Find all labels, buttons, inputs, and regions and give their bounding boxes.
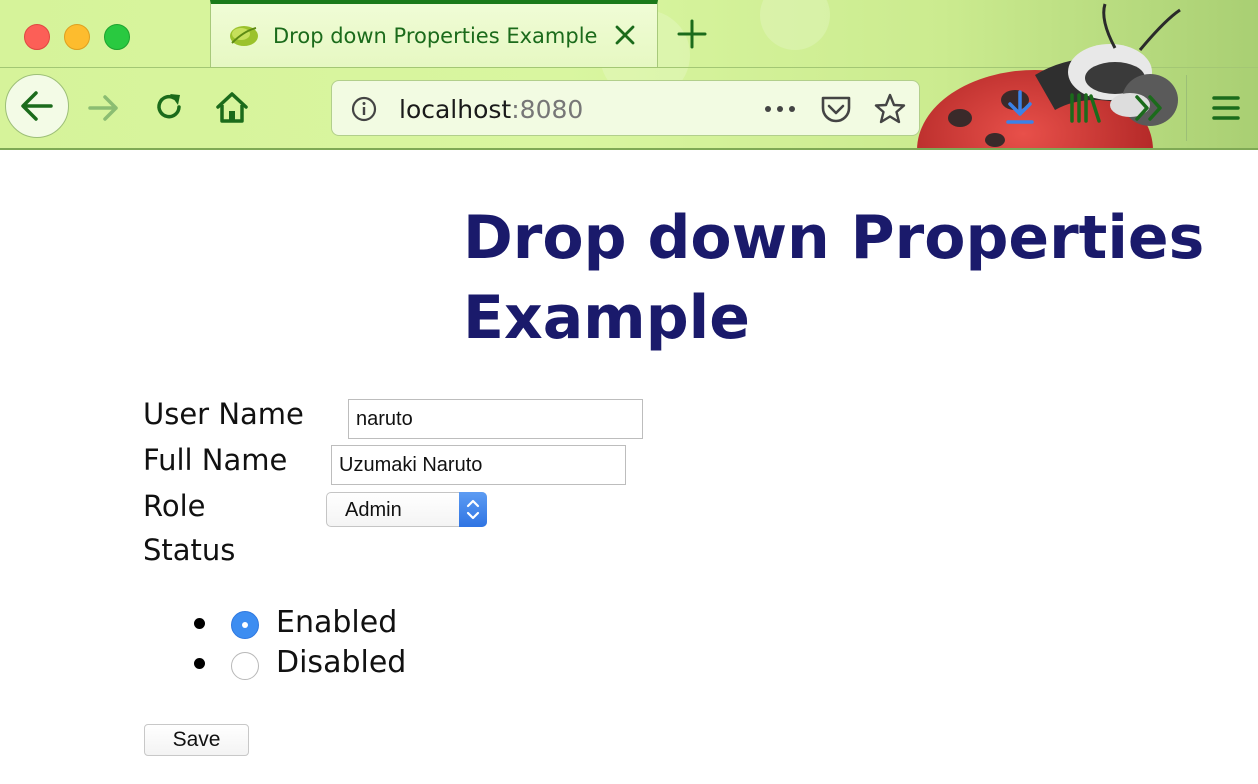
select-arrows: [459, 492, 487, 527]
status-disabled-label: Disabled: [276, 645, 407, 680]
save-button[interactable]: Save: [144, 724, 249, 756]
close-window-button[interactable]: [24, 24, 50, 50]
close-icon[interactable]: [611, 21, 639, 49]
back-button[interactable]: [5, 74, 69, 138]
role-select[interactable]: Admin: [326, 492, 487, 527]
status-enabled-label: Enabled: [276, 605, 398, 640]
list-bullet: [194, 618, 205, 629]
info-icon[interactable]: [350, 95, 378, 123]
plus-icon[interactable]: [676, 18, 708, 50]
role-label: Role: [143, 489, 206, 523]
status-label: Status: [143, 533, 236, 567]
status-enabled-radio[interactable]: [231, 611, 259, 639]
fullname-label: Full Name: [143, 443, 288, 477]
ladybug-theme-image: [917, 3, 1181, 150]
more-icon[interactable]: [762, 99, 798, 119]
status-disabled-radio[interactable]: [231, 652, 259, 680]
url-text: localhost:8080: [399, 95, 583, 124]
menu-icon[interactable]: [1211, 93, 1241, 123]
back-arrow-icon: [21, 91, 53, 121]
minimize-window-button[interactable]: [64, 24, 90, 50]
list-bullet: [194, 658, 205, 669]
toolbar-separator: [1186, 75, 1187, 141]
role-selected-value: Admin: [345, 499, 402, 521]
download-icon[interactable]: [1003, 88, 1037, 128]
username-label: User Name: [143, 397, 304, 431]
tab-title: Drop down Properties Example: [273, 24, 598, 48]
forward-arrow-icon[interactable]: [85, 90, 121, 126]
library-icon[interactable]: [1067, 92, 1103, 124]
home-icon[interactable]: [213, 88, 251, 126]
browser-chrome: Drop down Properties Example localhost:8…: [0, 0, 1258, 150]
pocket-icon[interactable]: [819, 93, 853, 125]
fullname-input[interactable]: [331, 445, 626, 485]
star-icon[interactable]: [873, 92, 907, 126]
reload-icon[interactable]: [152, 90, 186, 124]
overflow-icon[interactable]: [1133, 93, 1165, 123]
username-input[interactable]: [348, 399, 643, 439]
url-host: localhost: [399, 95, 512, 124]
page-title: Drop down Properties Example: [463, 203, 1205, 353]
zoom-window-button[interactable]: [104, 24, 130, 50]
chevron-up-down-icon: [466, 499, 480, 520]
toolbar-border: [0, 148, 1258, 150]
spring-leaf-icon: [230, 26, 258, 46]
tab-active[interactable]: Drop down Properties Example: [210, 0, 658, 67]
url-bar[interactable]: localhost:8080: [331, 80, 920, 136]
url-port: :8080: [511, 95, 584, 124]
